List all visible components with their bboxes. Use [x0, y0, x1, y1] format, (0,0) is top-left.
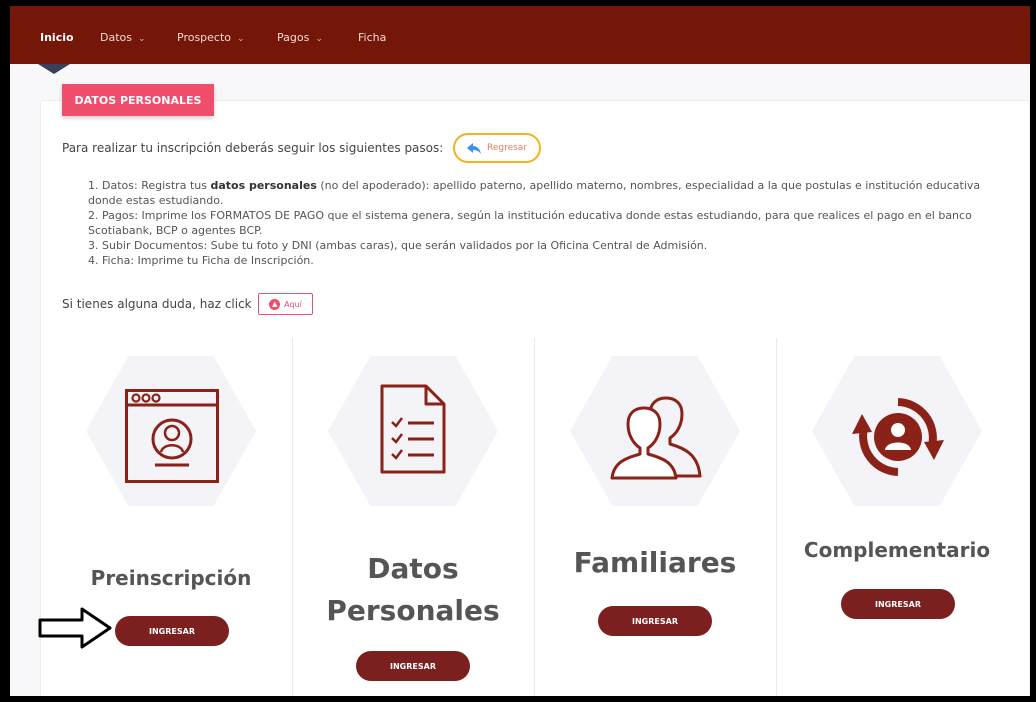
step-text: Subir Documentos: Sube tu foto y DNI (am… [102, 239, 708, 252]
nav-datos-label: Datos [100, 31, 132, 44]
step-item: 1. Datos: Registra tus datos personales … [82, 178, 1012, 208]
card-title-datos-personales: Datos Personales [292, 548, 534, 632]
arrow-right-icon [38, 607, 112, 649]
card-title-line: Personales [326, 594, 500, 627]
nav-indicator [38, 64, 70, 74]
regresar-button[interactable]: Regresar [453, 133, 541, 163]
chevron-down-icon: ⌄ [315, 34, 323, 44]
users-icon [610, 396, 702, 480]
section-tab: DATOS PERSONALES [62, 84, 214, 116]
step-text: Pagos: Imprime los FORMATOS DE PAGO que … [88, 209, 972, 237]
step-number: 1. [88, 179, 99, 192]
aqui-label: Aquí [284, 299, 302, 309]
step-item: 2. Pagos: Imprime los FORMATOS DE PAGO q… [82, 208, 1012, 238]
step-item: 4. Ficha: Imprime tu Ficha de Inscripció… [82, 253, 1012, 268]
step-text: Datos: Registra tus [102, 179, 211, 192]
column-divider [292, 338, 293, 696]
step-number: 3. [88, 239, 99, 252]
nav-pagos[interactable]: Pagos ⌄ [277, 31, 323, 44]
step-item: 3. Subir Documentos: Sube tu foto y DNI … [82, 238, 1012, 253]
card-title-preinscripcion: Preinscripción [90, 566, 252, 590]
step-number: 4. [88, 254, 99, 267]
step-number: 2. [88, 209, 99, 222]
help-text: Si tienes alguna duda, haz click [62, 297, 252, 311]
help-icon: ▲ [269, 298, 281, 310]
column-divider [534, 338, 535, 696]
top-navbar: Inicio Datos ⌄ Prospecto ⌄ Pagos ⌄ Ficha [10, 6, 1030, 64]
back-arrow-icon [466, 142, 481, 154]
card-title-complementario: Complementario [803, 538, 991, 562]
web-profile-icon [125, 389, 219, 483]
nav-pagos-label: Pagos [277, 31, 310, 44]
card-title-line: Datos [367, 552, 459, 585]
nav-prospecto-label: Prospecto [177, 31, 232, 44]
chevron-down-icon: ⌄ [138, 34, 146, 44]
app-frame: Inicio Datos ⌄ Prospecto ⌄ Pagos ⌄ Ficha DA… [10, 6, 1030, 696]
regresar-label: Regresar [486, 143, 528, 153]
ingresar-button-familiares[interactable]: INGRESAR [598, 606, 712, 636]
nav-datos[interactable]: Datos ⌄ [100, 31, 146, 44]
step-bold-text: datos personales [210, 179, 317, 192]
nav-prospecto[interactable]: Prospecto ⌄ [177, 31, 245, 44]
nav-inicio[interactable]: Inicio [40, 31, 74, 44]
aqui-button[interactable]: ▲ Aquí [258, 293, 313, 315]
nav-ficha[interactable]: Ficha [358, 31, 386, 44]
step-text: Ficha: Imprime tu Ficha de Inscripción. [102, 254, 314, 267]
steps-list: 1. Datos: Registra tus datos personales … [82, 178, 1012, 268]
user-refresh-icon [852, 398, 944, 476]
ingresar-button-complementario[interactable]: INGRESAR [841, 589, 955, 619]
ingresar-button-preinscripcion[interactable]: INGRESAR [115, 616, 229, 646]
column-divider [776, 338, 777, 696]
chevron-down-icon: ⌄ [237, 34, 245, 44]
checklist-document-icon [380, 384, 446, 474]
intro-text: Para realizar tu inscripción deberás seg… [62, 141, 444, 155]
card-title-familiares: Familiares [573, 546, 737, 579]
ingresar-button-datos-personales[interactable]: INGRESAR [356, 651, 470, 681]
